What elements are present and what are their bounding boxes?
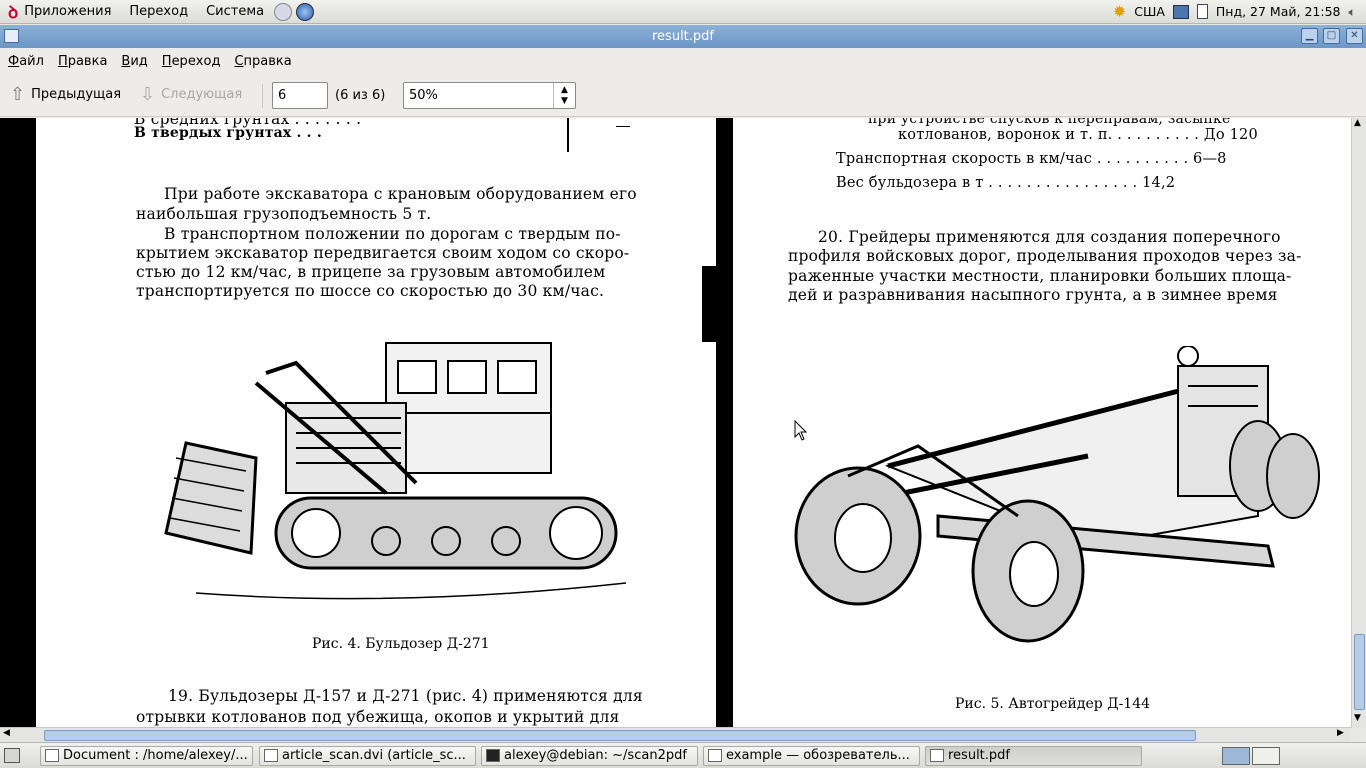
- scroll-up-arrow-icon[interactable]: ▲: [1354, 118, 1361, 128]
- page-text: При работе экскаватора с крановым оборуд…: [164, 185, 637, 203]
- menubar: Файл Правка Вид Переход Справка: [0, 48, 1366, 74]
- page-text: В твердых грунтах . . .: [134, 125, 322, 141]
- keyboard-layout-indicator[interactable]: США: [1134, 4, 1165, 19]
- page-number-input[interactable]: 6: [272, 82, 328, 109]
- scan-artifact: [702, 266, 716, 342]
- taskbar-item[interactable]: article_scan.dvi (article_sc...: [259, 746, 476, 766]
- top-panel: ꝺ Приложения Переход Система ✹ США Пнд, …: [0, 0, 1366, 24]
- pdf-page-right: при устройстве спусков к переправам, зас…: [733, 118, 1351, 728]
- taskbar-item-label: alexey@debian: ~/scan2pdf: [504, 748, 687, 763]
- previous-page-label: Предыдущая: [31, 87, 122, 102]
- scroll-right-arrow-icon[interactable]: ▶: [1337, 728, 1344, 738]
- arrow-down-icon: ⇩: [140, 83, 156, 105]
- workspace-switcher[interactable]: [1252, 747, 1280, 765]
- table-rule: [616, 126, 630, 127]
- app-menu-icon[interactable]: [4, 29, 19, 43]
- page-text: котлованов, воронок и т. п. . . . . . . …: [898, 127, 1258, 143]
- terminal-icon: [486, 749, 500, 762]
- menu-view[interactable]: Вид: [121, 54, 147, 69]
- page-text: отрывки котлованов под убежища, окопов и…: [136, 708, 620, 726]
- places-menu[interactable]: Переход: [129, 4, 188, 19]
- page-text: раженные участки местности, планировки б…: [788, 267, 1292, 285]
- page-text: Транспортная скорость в км/час . . . . .…: [836, 151, 1227, 167]
- system-menu[interactable]: Система: [206, 4, 264, 19]
- motor-grader-illustration: [794, 346, 1320, 643]
- applications-menu[interactable]: Приложения: [24, 4, 111, 19]
- combo-arrows-icon: ▲ ▼: [553, 83, 575, 108]
- clock[interactable]: Пнд, 27 Май, 21:58: [1216, 4, 1341, 19]
- browser-launcher-icon[interactable]: [296, 2, 315, 21]
- previous-page-button[interactable]: ⇧ Предыдущая: [10, 83, 122, 105]
- menu-edit[interactable]: Правка: [58, 54, 107, 69]
- table-rule: [567, 118, 569, 152]
- vertical-scrollbar[interactable]: ▲ ▼: [1351, 118, 1366, 728]
- next-page-label: Следующая: [161, 87, 243, 102]
- workspace-switcher[interactable]: [1222, 747, 1250, 765]
- page-text: Вес бульдозера в т . . . . . . . . . . .…: [836, 175, 1176, 191]
- dvi-viewer-icon: [264, 749, 278, 762]
- arrow-up-icon: ⇧: [10, 83, 26, 105]
- pdf-viewer-icon: [930, 749, 944, 762]
- page-count-label: (6 из 6): [335, 88, 386, 103]
- page-text: крытием экскаватор передвигается своим х…: [136, 244, 630, 262]
- taskbar-item-label: Document : /home/alexey/...: [63, 748, 248, 763]
- menu-help[interactable]: Справка: [234, 54, 291, 69]
- taskbar-item[interactable]: example — обозреватель...: [703, 746, 920, 766]
- toolbar: ⇧ Предыдущая ⇩ Следующая 6 (6 из 6) 50% …: [0, 74, 1366, 117]
- debian-logo-icon[interactable]: ꝺ: [8, 0, 18, 23]
- menu-go[interactable]: Переход: [162, 54, 221, 69]
- bottom-panel: Document : /home/alexey/... article_scan…: [0, 742, 1366, 768]
- browser-window-icon: [708, 749, 722, 762]
- scroll-down-arrow-icon[interactable]: ▼: [1354, 713, 1361, 723]
- maximize-button[interactable]: □: [1323, 28, 1340, 44]
- menu-file[interactable]: Файл: [8, 54, 44, 69]
- window-title: result.pdf: [652, 29, 714, 44]
- horizontal-scroll-thumb[interactable]: [44, 730, 1196, 741]
- document-view[interactable]: В средних грунтах . . . . . . . В тверды…: [0, 118, 1351, 728]
- zoom-select[interactable]: 50% ▲ ▼: [403, 82, 576, 109]
- page-text: профиля войсковых дорог, проделывания пр…: [788, 247, 1302, 265]
- taskbar-item[interactable]: alexey@debian: ~/scan2pdf: [481, 746, 698, 766]
- close-button[interactable]: ✕: [1346, 28, 1363, 44]
- taskbar-item-label: article_scan.dvi (article_sc...: [282, 748, 466, 763]
- toolbar-separator: [262, 84, 263, 108]
- taskbar-item-active[interactable]: result.pdf: [925, 746, 1142, 766]
- system-tray: ✹ США Пнд, 27 Май, 21:58 🔈︎: [1113, 2, 1366, 21]
- taskbar-item-label: example — обозреватель...: [726, 748, 910, 763]
- update-notifier-icon[interactable]: ✹: [1113, 2, 1126, 21]
- document-icon: [45, 749, 59, 762]
- vertical-scroll-thumb[interactable]: [1354, 634, 1365, 710]
- clipboard-icon[interactable]: [1196, 4, 1208, 19]
- page-text: 19. Бульдозеры Д-157 и Д-271 (рис. 4) пр…: [168, 687, 643, 705]
- window-titlebar[interactable]: result.pdf ▁ □ ✕: [0, 25, 1366, 48]
- mouse-pointer-icon: [794, 420, 808, 441]
- scroll-left-arrow-icon[interactable]: ◀: [3, 728, 10, 738]
- page-text: В транспортном положении по дорогам с тв…: [164, 225, 621, 243]
- pdf-page-left: В средних грунтах . . . . . . . В тверды…: [36, 118, 716, 728]
- next-page-button[interactable]: ⇩ Следующая: [140, 83, 243, 105]
- bulldozer-illustration: [164, 342, 627, 600]
- page-text: наибольшая грузоподъемность 5 т.: [136, 205, 432, 223]
- page-text: транспортируется по шоссе со скоростью д…: [136, 282, 605, 300]
- figure-caption: Рис. 5. Автогрейдер Д-144: [955, 696, 1151, 712]
- taskbar-item-label: result.pdf: [948, 748, 1010, 763]
- page-text: 20. Грейдеры применяются для создания по…: [818, 228, 1281, 246]
- figure-caption: Рис. 4. Бульдозер Д-271: [312, 636, 490, 652]
- horizontal-scrollbar[interactable]: ◀ ▶: [0, 727, 1351, 742]
- show-desktop-icon[interactable]: [4, 748, 20, 763]
- page-text: дей и разравнивания насыпного грунта, а …: [788, 286, 1278, 304]
- taskbar-item[interactable]: Document : /home/alexey/...: [40, 746, 253, 766]
- network-icon[interactable]: [1172, 4, 1189, 19]
- email-launcher-icon[interactable]: [274, 2, 293, 21]
- minimize-button[interactable]: ▁: [1301, 28, 1318, 44]
- zoom-value: 50%: [409, 88, 438, 103]
- volume-icon[interactable]: 🔈︎: [1348, 4, 1356, 20]
- page-text: стью до 12 км/час, в прицепе за грузовым…: [136, 263, 606, 281]
